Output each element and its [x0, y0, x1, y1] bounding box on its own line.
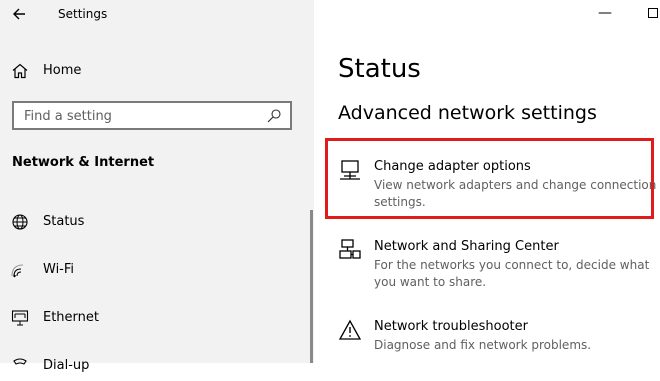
option-description: Diagnose and fix network problems. — [374, 338, 592, 352]
option-description: For the networks you connect to, decide … — [374, 258, 650, 289]
wifi-icon — [11, 261, 29, 279]
globe-icon — [11, 213, 29, 231]
section-heading: Network & Internet — [12, 155, 155, 170]
search-icon — [266, 108, 282, 124]
option-description: View network adapters and change connect… — [374, 178, 657, 209]
home-icon — [11, 62, 29, 80]
network-adapter-icon — [338, 158, 362, 182]
app-title: Settings — [58, 7, 108, 21]
minimize-button[interactable]: — — [598, 6, 612, 20]
sidebar-item-status[interactable]: Status — [0, 207, 300, 237]
warning-icon — [338, 318, 362, 342]
sharing-center-icon — [338, 238, 362, 262]
sidebar-scrollbar[interactable] — [310, 210, 313, 363]
network-sharing-center-link[interactable]: Network and Sharing Center For the netwo… — [338, 238, 660, 294]
back-arrow-icon[interactable] — [10, 4, 30, 24]
change-adapter-options-link[interactable]: Change adapter options View network adap… — [338, 158, 660, 214]
sidebar-item-ethernet[interactable]: Ethernet — [0, 303, 300, 333]
sidebar-item-label: Wi-Fi — [43, 262, 75, 277]
sidebar-item-label: Dial-up — [43, 358, 90, 373]
option-title: Change adapter options — [374, 159, 531, 174]
search-placeholder: Find a setting — [24, 109, 112, 124]
maximize-button[interactable] — [648, 8, 658, 18]
phone-icon — [11, 357, 29, 375]
search-input[interactable]: Find a setting — [12, 101, 292, 130]
ethernet-icon — [11, 309, 29, 327]
option-title: Network troubleshooter — [374, 319, 528, 334]
sidebar-item-dialup[interactable]: Dial-up — [0, 351, 300, 381]
sidebar-item-label: Home — [43, 63, 82, 78]
sidebar-item-label: Status — [43, 214, 85, 229]
sidebar: Settings Home Find a setting Network & I… — [0, 0, 314, 373]
section-subtitle: Advanced network settings — [338, 102, 597, 124]
sidebar-item-wifi[interactable]: Wi-Fi — [0, 255, 300, 285]
option-title: Network and Sharing Center — [374, 239, 559, 254]
sidebar-item-home[interactable]: Home — [0, 56, 300, 86]
network-troubleshooter-link[interactable]: Network troubleshooter Diagnose and fix … — [338, 318, 660, 358]
sidebar-item-label: Ethernet — [43, 310, 99, 325]
page-title: Status — [338, 54, 421, 84]
